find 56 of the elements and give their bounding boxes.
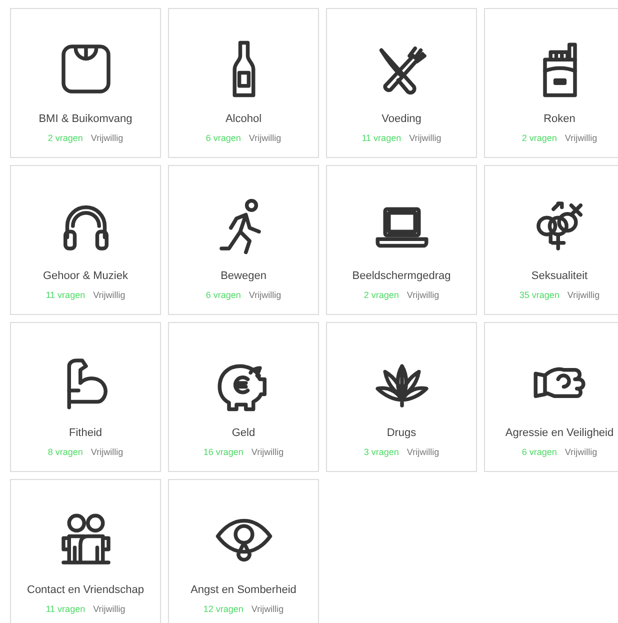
topic-card[interactable]: Fitheid 8 vragen Vrijwillig [10, 322, 161, 472]
topic-card[interactable]: Agressie en Veiligheid 6 vragen Vrijwillig [484, 322, 618, 472]
topic-title: Fitheid [68, 426, 102, 441]
question-count: 35 vragen [519, 288, 560, 302]
topic-tag: Vrijwillig [90, 132, 124, 145]
topic-tag: Vrijwillig [251, 602, 284, 616]
question-count: 6 vragen [522, 446, 557, 459]
question-count: 8 vragen [48, 446, 83, 459]
topic-title: Drugs [386, 426, 416, 441]
topic-tag: Vrijwillig [90, 446, 124, 459]
topic-card[interactable]: Drugs 3 vragen Vrijwillig [326, 322, 477, 472]
topic-card[interactable]: Gehoor & Muziek 11 vragen Vrijwillig [10, 165, 161, 315]
question-count: 6 vragen [206, 288, 241, 302]
question-count: 6 vragen [206, 132, 241, 145]
topic-title: Seksualiteit [531, 269, 588, 284]
topic-title: Agressie en Veiligheid [505, 426, 614, 441]
topic-title: Contact en Vriendschap [27, 583, 144, 598]
topic-tag: Vrijwillig [564, 446, 598, 459]
topic-title: Beeldschermgedrag [352, 269, 451, 284]
topic-card[interactable]: BMI & Buikomvang 2 vragen Vrijwillig [10, 8, 161, 158]
topic-tag: Vrijwillig [93, 288, 126, 302]
topic-card[interactable]: Alcohol 6 vragen Vrijwillig [168, 8, 319, 158]
topic-card[interactable]: Seksualiteit 35 vragen Vrijwillig [484, 165, 618, 315]
topic-tag: Vrijwillig [406, 446, 440, 459]
topic-card[interactable]: Roken 2 vragen Vrijwillig [484, 8, 618, 158]
topic-title: Roken [544, 112, 576, 127]
question-count: 11 vragen [46, 288, 86, 302]
question-count: 12 vragen [203, 602, 244, 616]
question-count: 2 vragen [48, 132, 83, 145]
topic-tag: Vrijwillig [564, 132, 598, 145]
topic-tag: Vrijwillig [248, 288, 282, 302]
question-count: 3 vragen [364, 446, 399, 459]
topic-card[interactable]: Geld 16 vragen Vrijwillig [168, 322, 319, 472]
topic-tag: Vrijwillig [251, 446, 284, 459]
topic-card[interactable]: Bewegen 6 vragen Vrijwillig [168, 165, 319, 315]
topic-title: Voeding [382, 112, 422, 127]
topic-tag: Vrijwillig [567, 288, 600, 302]
topic-tag: Vrijwillig [406, 288, 440, 302]
topic-card[interactable]: Beeldschermgedrag 2 vragen Vrijwillig [326, 165, 477, 315]
topic-card[interactable]: Voeding 11 vragen Vrijwillig [326, 8, 477, 158]
topic-title: Alcohol [225, 112, 262, 127]
topic-title: Bewegen [220, 269, 266, 284]
topic-card[interactable]: Angst en Somberheid 12 vragen Vrijwillig [168, 479, 319, 623]
topic-tag: Vrijwillig [248, 132, 282, 145]
topic-tag: Vrijwillig [409, 132, 442, 145]
topic-title: BMI & Buikomvang [38, 112, 132, 127]
topic-card[interactable]: Contact en Vriendschap 11 vragen Vrijwillig [10, 479, 161, 623]
question-count: 2 vragen [364, 288, 399, 302]
topic-title: Geld [232, 426, 256, 441]
topic-title: Gehoor & Muziek [43, 269, 128, 284]
question-count: 2 vragen [522, 132, 557, 145]
topic-tag: Vrijwillig [93, 602, 126, 616]
question-count: 11 vragen [46, 602, 86, 616]
question-count: 11 vragen [362, 132, 402, 145]
topic-title: Angst en Somberheid [190, 583, 296, 598]
question-count: 16 vragen [203, 446, 244, 459]
